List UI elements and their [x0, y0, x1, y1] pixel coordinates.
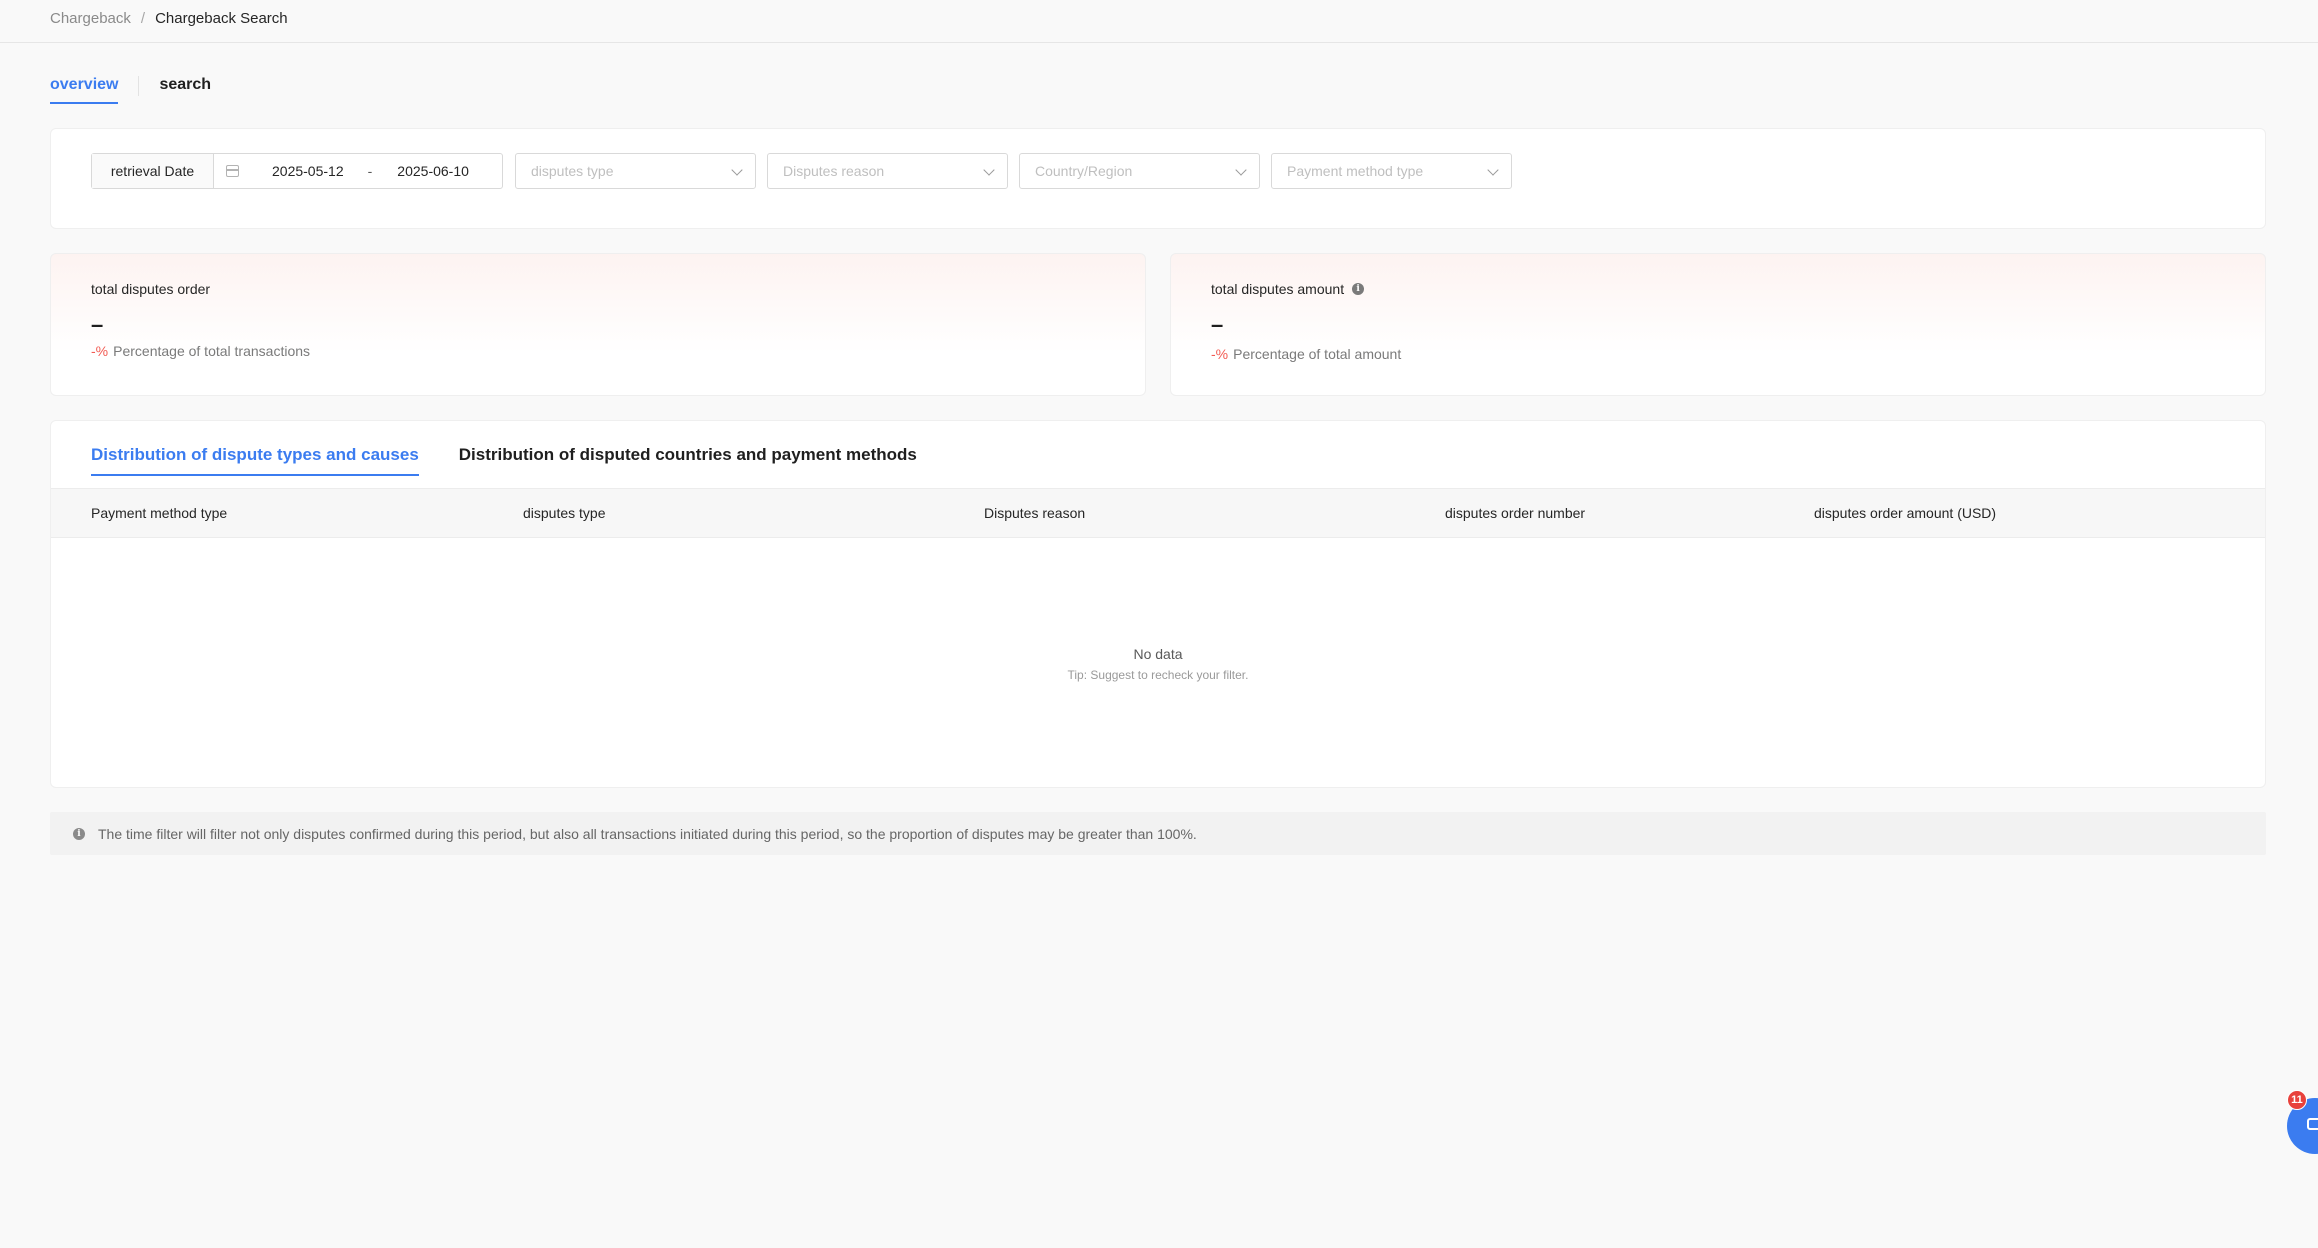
breadcrumb: Chargeback / Chargeback Search — [50, 10, 288, 27]
filter-card: retrieval Date 2025-05-12 - 2025-06-10 d… — [50, 128, 2266, 229]
stat-subtitle: -% Percentage of total transactions — [91, 343, 310, 359]
country-region-placeholder: Country/Region — [1035, 163, 1133, 179]
tab-divider — [138, 76, 140, 96]
breadcrumb-chargeback[interactable]: Chargeback — [50, 10, 131, 27]
stat-subtitle-text: Percentage of total transactions — [113, 343, 311, 359]
stat-subtitle: -% Percentage of total amount — [1211, 346, 1401, 362]
chevron-down-icon — [983, 164, 995, 176]
chevron-down-icon — [731, 164, 743, 176]
column-order-amount: disputes order amount (USD) — [1814, 505, 1997, 521]
total-disputes-order-card: total disputes order – -% Percentage of t… — [50, 253, 1146, 396]
notice-banner: i The time filter will filter not only d… — [50, 812, 2266, 855]
stat-title-text: total disputes amount — [1211, 281, 1345, 297]
column-disputes-reason: Disputes reason — [984, 505, 1086, 521]
country-region-select[interactable]: Country/Region — [1019, 153, 1260, 189]
payment-method-select[interactable]: Payment method type — [1271, 153, 1512, 189]
info-icon: i — [73, 827, 85, 840]
column-order-number: disputes order number — [1445, 505, 1586, 521]
disputes-type-placeholder: disputes type — [531, 163, 614, 179]
chevron-down-icon — [1487, 164, 1499, 176]
date-end-input[interactable]: 2025-06-10 — [397, 163, 469, 179]
date-range-picker[interactable]: retrieval Date 2025-05-12 - 2025-06-10 — [91, 153, 503, 189]
stat-percentage: -% — [1211, 346, 1229, 362]
column-disputes-type: disputes type — [523, 505, 606, 521]
notification-badge: 11 — [2287, 1090, 2307, 1110]
date-range-separator: - — [367, 163, 373, 179]
stat-value: – — [91, 312, 104, 337]
stat-subtitle-text: Percentage of total amount — [1233, 346, 1402, 362]
tab-countries-payment-methods[interactable]: Distribution of disputed countries and p… — [459, 445, 917, 476]
info-icon[interactable]: i — [1352, 283, 1365, 295]
empty-title: No data — [1133, 646, 1183, 662]
chevron-down-icon — [1235, 164, 1247, 176]
page-tabs: overview search — [50, 76, 211, 116]
tab-dispute-types[interactable]: Distribution of dispute types and causes — [91, 445, 419, 476]
distribution-tabs: Distribution of dispute types and causes… — [91, 445, 917, 476]
chat-icon — [2307, 1118, 2318, 1130]
calendar-icon — [226, 165, 239, 177]
table-header: Payment method type disputes type Disput… — [51, 488, 2265, 538]
breadcrumb-current: Chargeback Search — [155, 10, 288, 27]
tab-search[interactable]: search — [159, 76, 211, 102]
chat-button[interactable]: 11 — [2287, 1090, 2318, 1154]
empty-tip: Tip: Suggest to recheck your filter. — [1067, 668, 1249, 682]
payment-method-placeholder: Payment method type — [1287, 163, 1424, 179]
empty-state: No data Tip: Suggest to recheck your fil… — [51, 646, 2265, 682]
notice-text: The time filter will filter not only dis… — [98, 825, 1197, 842]
distribution-card: Distribution of dispute types and causes… — [50, 420, 2266, 788]
stat-title-text: total disputes order — [91, 281, 211, 297]
tab-overview[interactable]: overview — [50, 76, 119, 104]
stat-value: – — [1211, 312, 1224, 337]
stat-percentage: -% — [91, 343, 109, 359]
disputes-reason-placeholder: Disputes reason — [783, 163, 885, 179]
date-start-input[interactable]: 2025-05-12 — [272, 163, 344, 179]
date-type-label[interactable]: retrieval Date — [92, 154, 214, 188]
column-payment-method: Payment method type — [91, 505, 228, 521]
top-bar: Chargeback / Chargeback Search — [0, 0, 2318, 43]
total-disputes-amount-card: total disputes amount i – -% Percentage o… — [1170, 253, 2266, 396]
disputes-type-select[interactable]: disputes type — [515, 153, 756, 189]
stat-title: total disputes order — [91, 281, 210, 297]
breadcrumb-separator: / — [140, 10, 146, 27]
disputes-reason-select[interactable]: Disputes reason — [767, 153, 1008, 189]
stat-title: total disputes amount i — [1211, 281, 1365, 297]
